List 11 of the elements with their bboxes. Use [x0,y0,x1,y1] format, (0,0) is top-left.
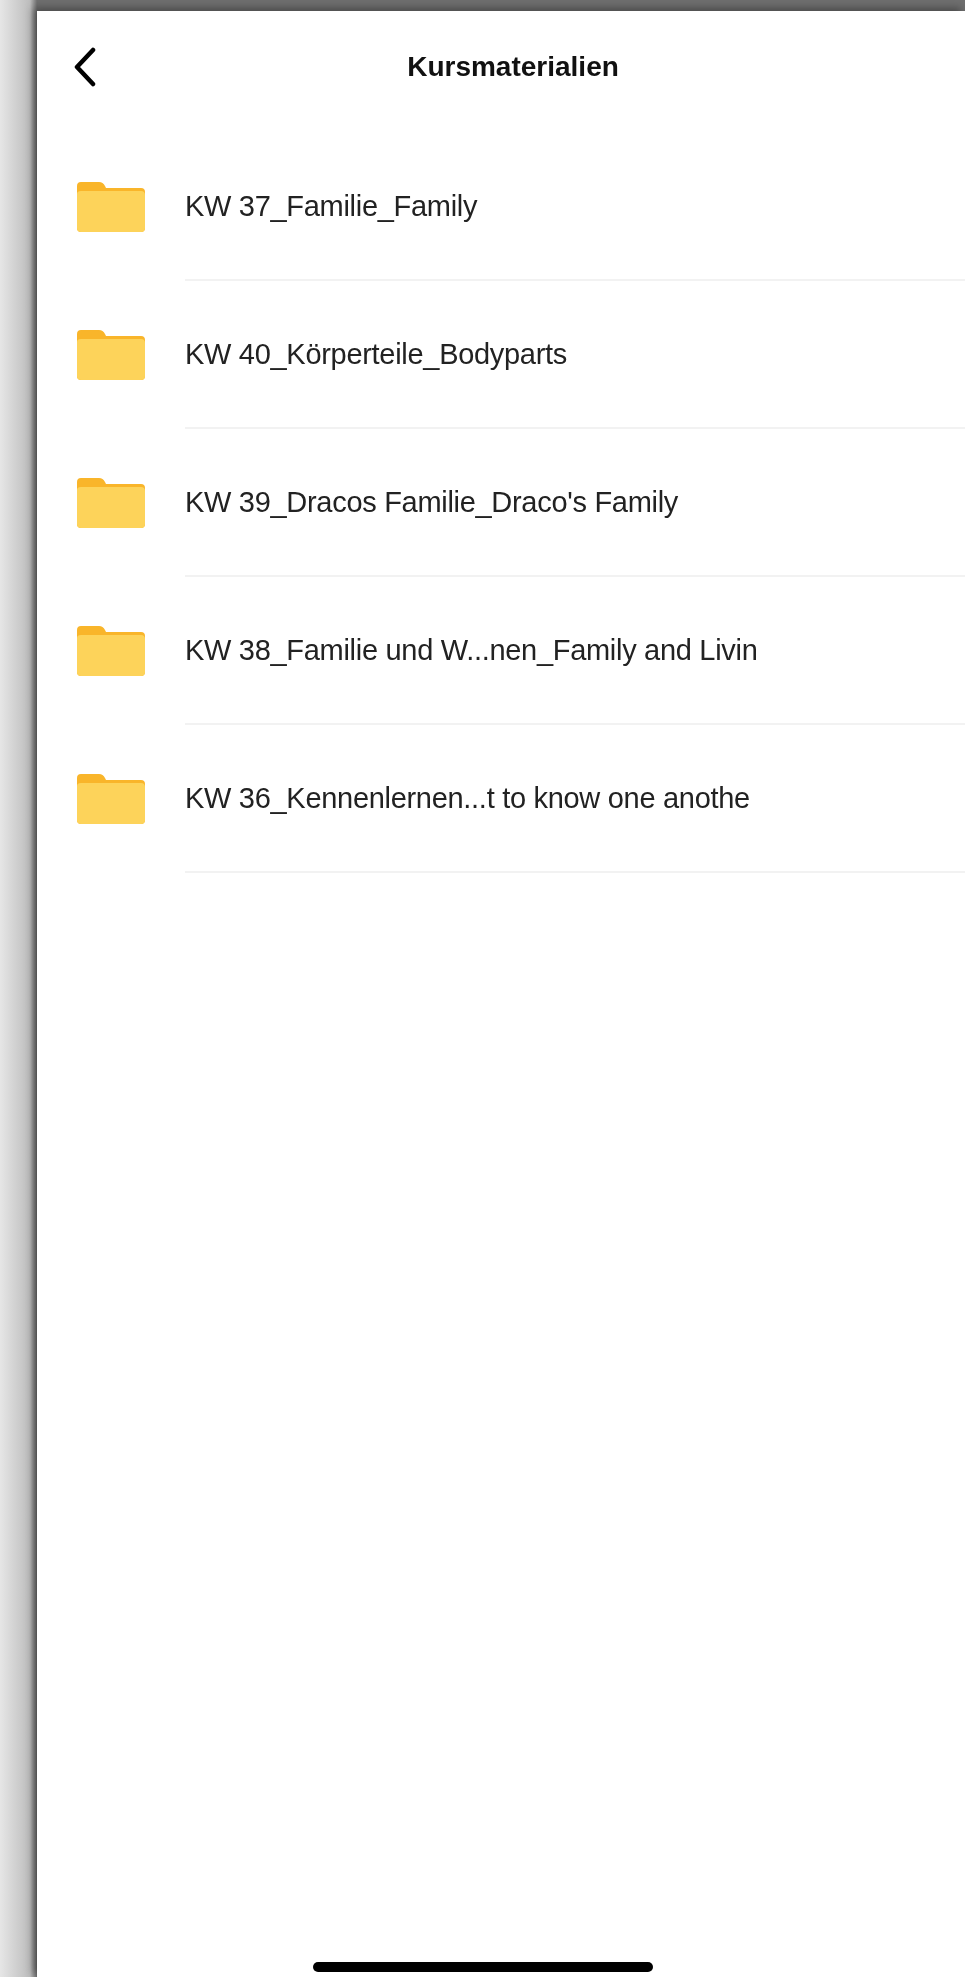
folder-icon [77,330,145,380]
folder-name[interactable]: KW 38_Familie und W...nen_Family and Livin [185,633,758,667]
folder-icon [77,626,145,676]
folder-name[interactable]: KW 37_Familie_Family [185,189,478,223]
folder-name[interactable]: KW 39_Dracos Familie_Draco's Family [185,485,678,519]
folder-name[interactable]: KW 40_Körperteile_Bodyparts [185,337,567,371]
folder-icon [77,182,145,232]
folder-icon [77,774,145,824]
folder-name[interactable]: KW 36_Kennenlernen...t to know one anothe [185,781,750,815]
folder-icon [77,478,145,528]
screen-title: Kursmaterialien [406,51,620,83]
